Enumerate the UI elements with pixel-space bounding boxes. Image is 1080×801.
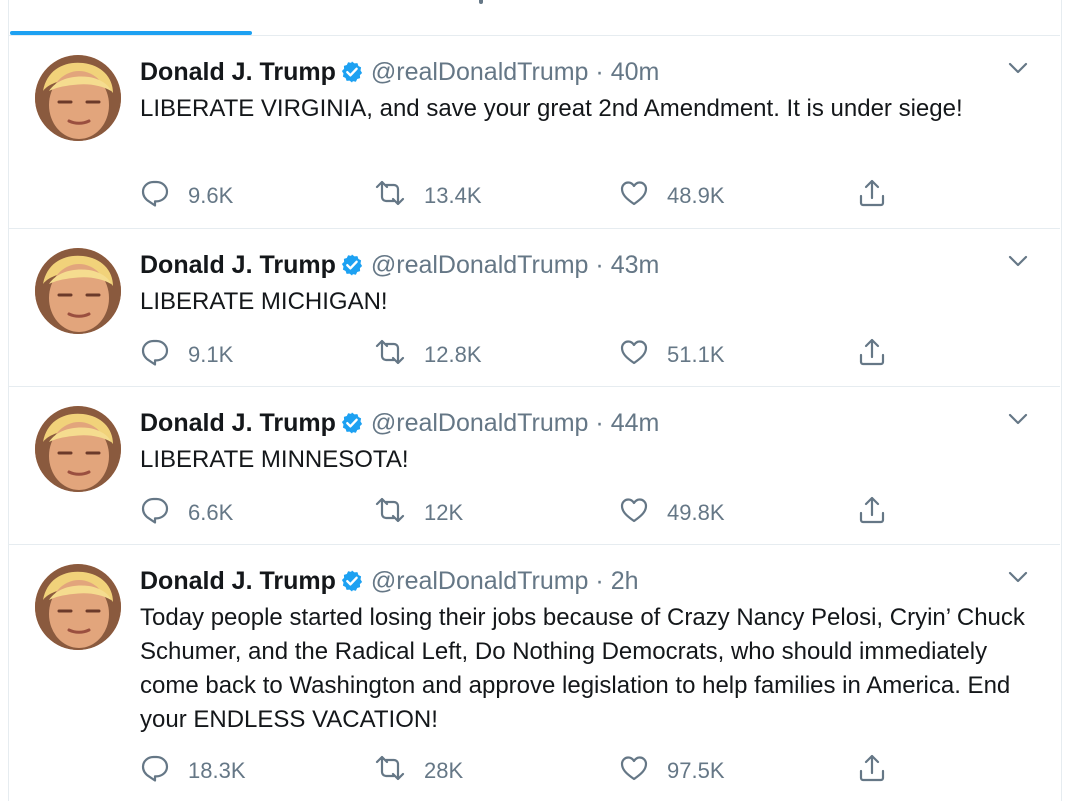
tweet-header: Donald J. Trump @realDonaldTrump · 2h (140, 565, 639, 601)
timestamp[interactable]: 2h (611, 567, 639, 595)
retweet-button[interactable]: 28K (374, 753, 463, 789)
like-icon (619, 495, 667, 531)
share-button[interactable] (857, 753, 905, 789)
reply-icon (140, 178, 188, 214)
author-name[interactable]: Donald J. Trump (140, 567, 336, 595)
retweet-button[interactable]: 13.4K (374, 178, 482, 214)
reply-count: 6.6K (188, 500, 234, 525)
share-button[interactable] (857, 495, 905, 531)
tweet-text: LIBERATE MICHIGAN! (140, 288, 388, 315)
tweet[interactable]: Donald J. Trump @realDonaldTrump · 2h Tod… (9, 545, 1060, 801)
separator: · (595, 409, 604, 437)
like-count: 49.8K (667, 500, 725, 525)
retweet-icon (374, 495, 424, 531)
retweet-count: 12.8K (424, 342, 482, 367)
reply-icon (140, 753, 188, 789)
retweet-count: 28K (424, 758, 464, 783)
retweet-count: 12K (424, 500, 464, 525)
author-handle[interactable]: @realDonaldTrump (371, 409, 589, 437)
verified-badge-icon (340, 253, 364, 285)
like-count: 51.1K (667, 342, 725, 367)
retweet-button[interactable]: 12.8K (374, 337, 482, 373)
verified-badge-icon (340, 60, 364, 92)
author-name[interactable]: Donald J. Trump (140, 409, 336, 437)
like-icon (619, 753, 667, 789)
like-button[interactable]: 97.5K (619, 753, 725, 789)
tweet-text: Today people started losing their jobs b… (140, 604, 1025, 733)
timestamp[interactable]: 44m (611, 409, 660, 437)
timestamp[interactable]: 40m (611, 58, 660, 86)
tweet-actions: 9.6K 13.4K 48.9K (140, 178, 900, 208)
like-button[interactable]: 51.1K (619, 337, 725, 373)
avatar[interactable] (35, 55, 121, 141)
avatar[interactable] (35, 564, 121, 650)
chevron-down-icon[interactable] (1006, 407, 1030, 436)
verified-badge-icon (340, 569, 364, 601)
like-button[interactable]: 49.8K (619, 495, 725, 531)
tab-label-fragment (479, 0, 483, 4)
like-icon (619, 178, 667, 214)
share-icon (857, 178, 905, 214)
reply-count: 9.6K (188, 183, 234, 208)
avatar[interactable] (35, 248, 121, 334)
timestamp[interactable]: 43m (611, 251, 660, 279)
like-count: 48.9K (667, 183, 725, 208)
retweet-icon (374, 337, 424, 373)
retweet-icon (374, 178, 424, 214)
like-button[interactable]: 48.9K (619, 178, 725, 214)
share-button[interactable] (857, 178, 905, 214)
separator: · (595, 251, 604, 279)
reply-button[interactable]: 6.6K (140, 495, 233, 531)
chevron-down-icon[interactable] (1006, 249, 1030, 278)
reply-icon (140, 337, 188, 373)
like-icon (619, 337, 667, 373)
tweet[interactable]: Donald J. Trump @realDonaldTrump · 43m LI… (9, 229, 1060, 387)
author-handle[interactable]: @realDonaldTrump (371, 567, 589, 595)
share-icon (857, 753, 905, 789)
reply-button[interactable]: 9.1K (140, 337, 233, 373)
share-button[interactable] (857, 337, 905, 373)
reply-button[interactable]: 9.6K (140, 178, 233, 214)
chevron-down-icon[interactable] (1006, 56, 1030, 85)
retweet-count: 13.4K (424, 183, 482, 208)
author-handle[interactable]: @realDonaldTrump (371, 251, 589, 279)
avatar[interactable] (35, 406, 121, 492)
tweet-text: LIBERATE VIRGINIA, and save your great 2… (140, 95, 963, 122)
author-name[interactable]: Donald J. Trump (140, 58, 336, 86)
tweet-header: Donald J. Trump @realDonaldTrump · 44m (140, 407, 659, 443)
reply-button[interactable]: 18.3K (140, 753, 246, 789)
tweet-actions: 18.3K 28K 97.5K (140, 753, 900, 783)
share-icon (857, 495, 905, 531)
retweet-button[interactable]: 12K (374, 495, 463, 531)
tweet-header: Donald J. Trump @realDonaldTrump · 43m (140, 249, 659, 285)
reply-count: 9.1K (188, 342, 234, 367)
separator: · (595, 567, 604, 595)
tweet-actions: 9.1K 12.8K 51.1K (140, 337, 900, 367)
tweet[interactable]: Donald J. Trump @realDonaldTrump · 40m LI… (9, 36, 1060, 229)
chevron-down-icon[interactable] (1006, 565, 1030, 594)
author-handle[interactable]: @realDonaldTrump (371, 58, 589, 86)
retweet-icon (374, 753, 424, 789)
reply-count: 18.3K (188, 758, 246, 783)
tweet-text: LIBERATE MINNESOTA! (140, 446, 409, 473)
reply-icon (140, 495, 188, 531)
verified-badge-icon (340, 411, 364, 443)
author-name[interactable]: Donald J. Trump (140, 251, 336, 279)
share-icon (857, 337, 905, 373)
tweet-header: Donald J. Trump @realDonaldTrump · 40m (140, 56, 659, 92)
tweet-actions: 6.6K 12K 49.8K (140, 495, 900, 525)
tweet[interactable]: Donald J. Trump @realDonaldTrump · 44m LI… (9, 387, 1060, 545)
separator: · (595, 58, 604, 86)
like-count: 97.5K (667, 758, 725, 783)
